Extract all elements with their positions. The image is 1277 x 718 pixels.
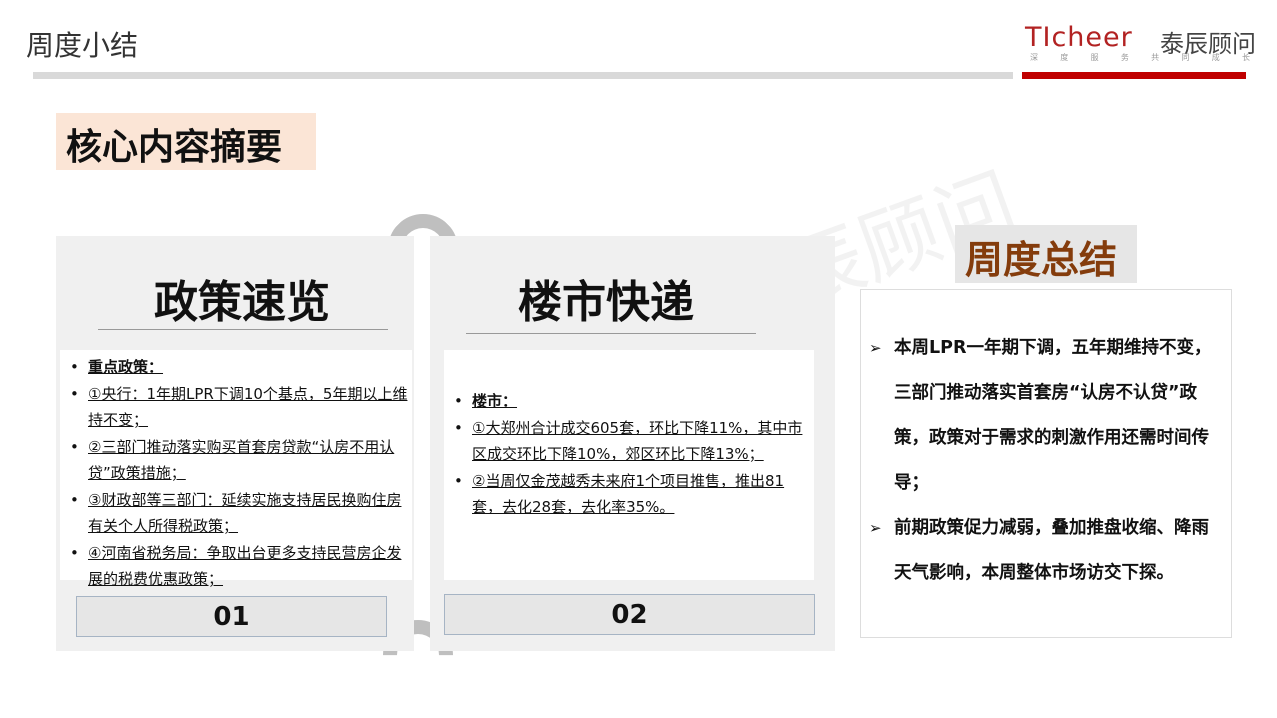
core-summary-label: 核心内容摘要 [56,113,316,170]
list-item: 重点政策： [66,354,408,381]
list-item: 楼市： [450,388,810,415]
market-title: 楼市快递 [518,277,694,328]
header-divider [33,72,1013,79]
slogan-char: 服 [1090,53,1099,62]
policy-list: 重点政策： ①央行：1年期LPR下调10个基点，5年期以上维持不变； ②三部门推… [60,350,412,588]
item-text: ②当周仅金茂越秀未来府1个项目推售，推出81套，去化28套，去化率35%。 [472,471,785,517]
policy-panel: 政策速览 重点政策： ①央行：1年期LPR下调10个基点，5年期以上维持不变； … [56,236,414,651]
item-text: ①央行：1年期LPR下调10个基点，5年期以上维持不变； [88,384,408,430]
list-item: ③财政部等三部门：延续实施支持居民换购住房有关个人所得税政策； [66,487,408,540]
slogan-char: 共 [1151,53,1160,62]
policy-title: 政策速览 [154,277,330,328]
item-text: ③财政部等三部门：延续实施支持居民换购住房有关个人所得税政策； [88,490,402,536]
page-title: 周度小结 [26,29,139,62]
market-panel: 楼市快递 楼市： ①大郑州合计成交605套，环比下降11%，其中市区成交环比下降… [430,236,835,651]
market-list: 楼市： ①大郑州合计成交605套，环比下降11%，其中市区成交环比下降10%，郊… [444,350,814,580]
divider [466,333,756,334]
summary-item: 本周LPR一年期下调，五年期维持不变，三部门推动落实首套房“认房不认贷”政策，政… [867,326,1225,506]
weekly-summary-title: 周度总结 [955,225,1137,283]
slogan-char: 成 [1211,53,1220,62]
item-text: 楼市： [472,392,518,410]
item-text: 重点政策： [88,358,164,376]
logo-text: TIcheer [1025,22,1133,53]
list-item: ①央行：1年期LPR下调10个基点，5年期以上维持不变； [66,381,408,434]
divider [98,329,388,330]
list-item: ④河南省税务局：争取出台更多支持民营房企发展的税费优惠政策； [66,540,408,593]
weekly-summary-box: 本周LPR一年期下调，五年期维持不变，三部门推动落实首套房“认房不认贷”政策，政… [860,289,1232,638]
brand-bar [1022,72,1246,79]
slogan-char: 务 [1120,53,1129,62]
section-number-01: 01 [76,596,387,637]
section-number-02: 02 [444,594,815,635]
summary-item: 前期政策促力减弱，叠加推盘收缩、降雨天气影响，本周整体市场访交下探。 [867,506,1225,596]
list-item: ②三部门推动落实购买首套房贷款“认房不用认贷”政策措施； [66,434,408,487]
logo-slogan: 深度服务共同成长 [1030,52,1250,63]
item-text: ④河南省税务局：争取出台更多支持民营房企发展的税费优惠政策； [88,543,402,589]
list-item: ②当周仅金茂越秀未来府1个项目推售，推出81套，去化28套，去化率35%。 [450,468,810,521]
slogan-char: 长 [1241,53,1250,62]
item-text: ①大郑州合计成交605套，环比下降11%，其中市区成交环比下降10%，郊区环比下… [472,418,803,464]
slogan-char: 度 [1060,53,1069,62]
slogan-char: 同 [1181,53,1190,62]
item-text: ②三部门推动落实购买首套房贷款“认房不用认贷”政策措施； [88,437,395,483]
list-item: ①大郑州合计成交605套，环比下降11%，其中市区成交环比下降10%，郊区环比下… [450,415,810,468]
slogan-char: 深 [1030,53,1038,62]
